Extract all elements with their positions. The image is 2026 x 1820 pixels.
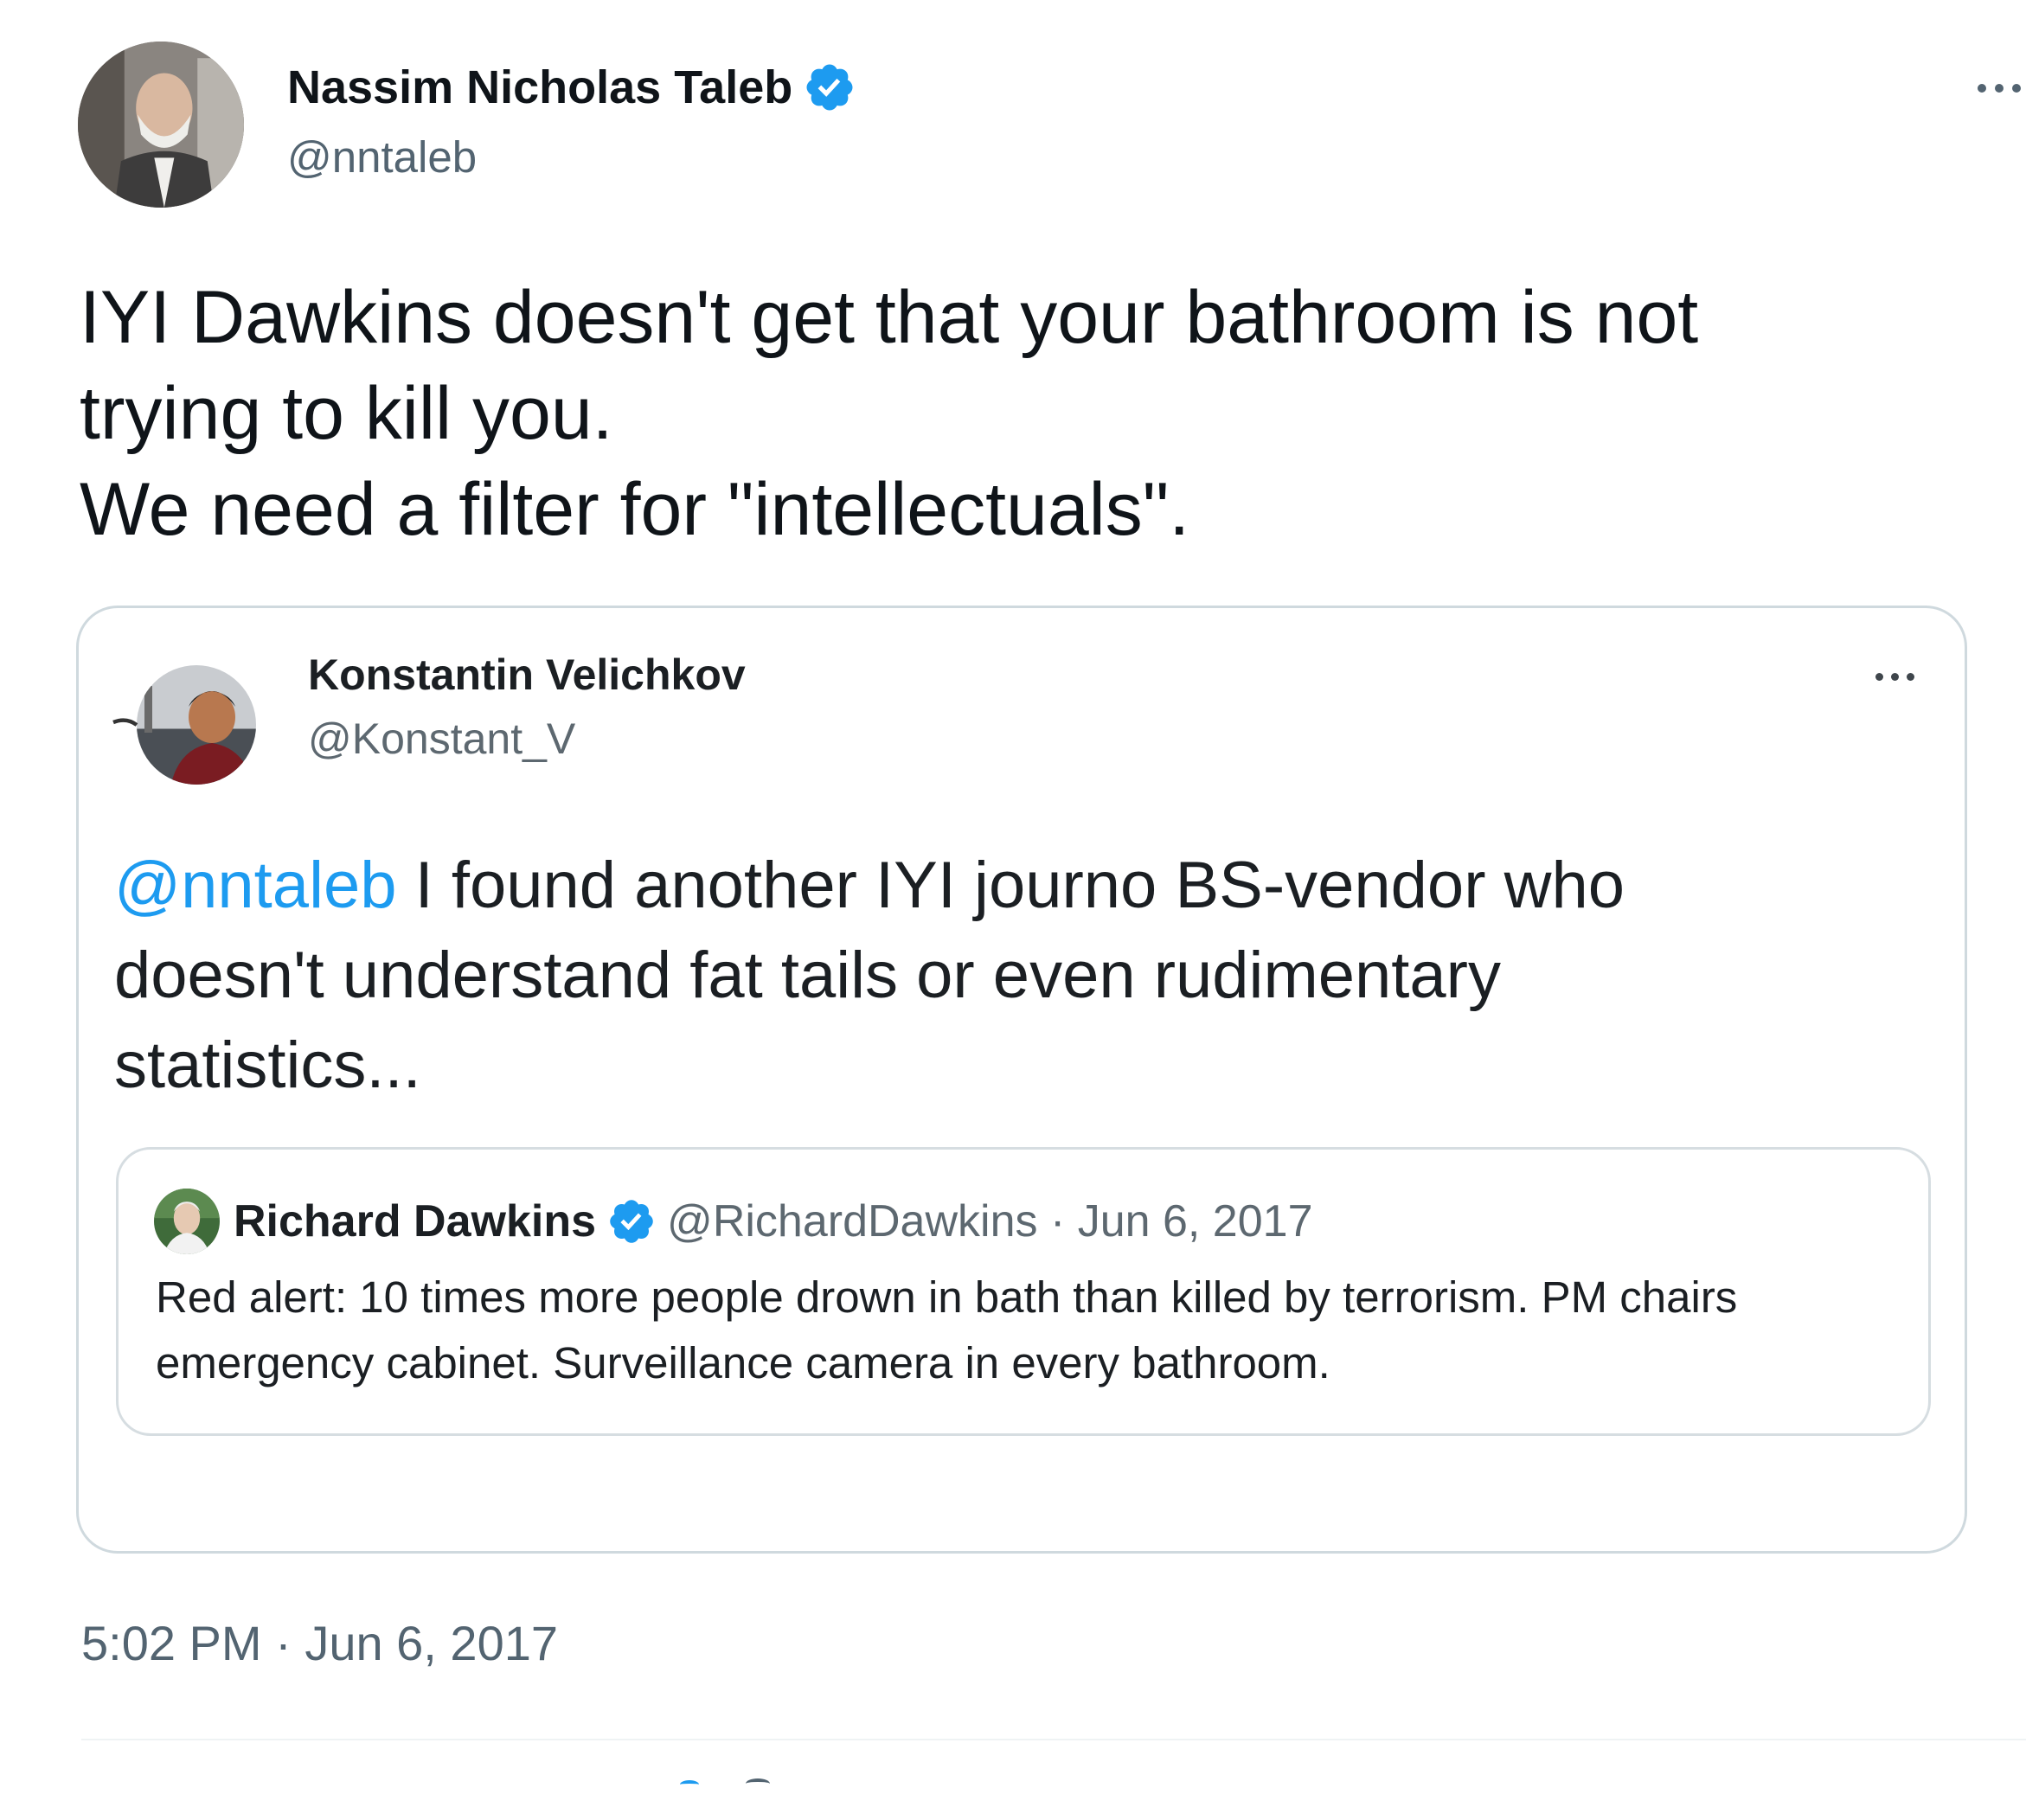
divider bbox=[81, 1739, 2026, 1740]
nested-handle-and-date[interactable]: @RichardDawkins · Jun 6, 2017 bbox=[667, 1190, 1312, 1253]
nested-tweet-text-line: emergency cabinet. Surveillance camera i… bbox=[156, 1338, 1330, 1387]
quoted-tweet-text: @nntaleb I found another IYI journo BS-v… bbox=[114, 841, 1931, 1111]
more-dot bbox=[1978, 84, 1986, 93]
quoted-tweet-text-run: I found another IYI journo BS-vendor who bbox=[396, 849, 1625, 922]
quoted-tweet-text-line: doesn't understand fat tails or even rud… bbox=[114, 939, 1501, 1012]
author-name[interactable]: Nassim Nicholas Taleb bbox=[287, 54, 792, 121]
quoted-author-handle[interactable]: @Konstant_V bbox=[308, 711, 575, 766]
quoted-author-avatar[interactable] bbox=[112, 657, 270, 787]
more-dot bbox=[1995, 84, 2004, 93]
tweet-text-line: IYI Dawkins doesn't get that your bathro… bbox=[80, 276, 1699, 359]
author-name-row[interactable]: Nassim Nicholas Taleb bbox=[287, 54, 856, 121]
more-horizontal-icon[interactable] bbox=[1978, 67, 2026, 109]
tweet-timestamp[interactable]: 5:02 PM · Jun 6, 2017 bbox=[81, 1611, 558, 1676]
nested-tweet-text: Red alert: 10 times more people drown in… bbox=[156, 1265, 1912, 1396]
author-handle[interactable]: @nntaleb bbox=[287, 126, 477, 189]
nested-tweet-text-line: Red alert: 10 times more people drown in… bbox=[156, 1272, 1738, 1322]
tweet-text-line: We need a filter for "intellectuals". bbox=[80, 468, 1190, 551]
tweet-text-line: trying to kill you. bbox=[80, 372, 613, 455]
nested-author-avatar[interactable] bbox=[154, 1189, 220, 1254]
quoted-tweet-text-line: @nntaleb I found another IYI journo BS-v… bbox=[114, 841, 1931, 931]
cropped-action-icon bbox=[680, 1780, 699, 1789]
tweet-text: IYI Dawkins doesn't get that your bathro… bbox=[80, 270, 1965, 558]
verified-badge-icon bbox=[610, 1200, 653, 1243]
author-avatar[interactable] bbox=[78, 42, 244, 208]
more-dot bbox=[1891, 672, 1899, 681]
quoted-tweet-text-line: statistics... bbox=[114, 1029, 421, 1102]
verified-badge-icon bbox=[806, 64, 853, 111]
quoted-author-name[interactable]: Konstantin Velichkov bbox=[308, 647, 746, 702]
quoted-more-horizontal-icon[interactable] bbox=[1875, 668, 1924, 685]
nested-author-name[interactable]: Richard Dawkins bbox=[234, 1190, 596, 1253]
author-avatar-image bbox=[78, 42, 244, 208]
nested-author-row[interactable]: Richard Dawkins @RichardDawkins · Jun 6,… bbox=[234, 1190, 1313, 1253]
cropped-action-icon bbox=[746, 1778, 770, 1789]
more-dot bbox=[1907, 672, 1914, 681]
more-dot bbox=[1875, 672, 1883, 681]
more-dot bbox=[2012, 84, 2021, 93]
nested-author-avatar-image bbox=[154, 1189, 220, 1254]
quoted-author-avatar-image bbox=[112, 657, 269, 787]
mention-link[interactable]: @nntaleb bbox=[114, 849, 397, 922]
